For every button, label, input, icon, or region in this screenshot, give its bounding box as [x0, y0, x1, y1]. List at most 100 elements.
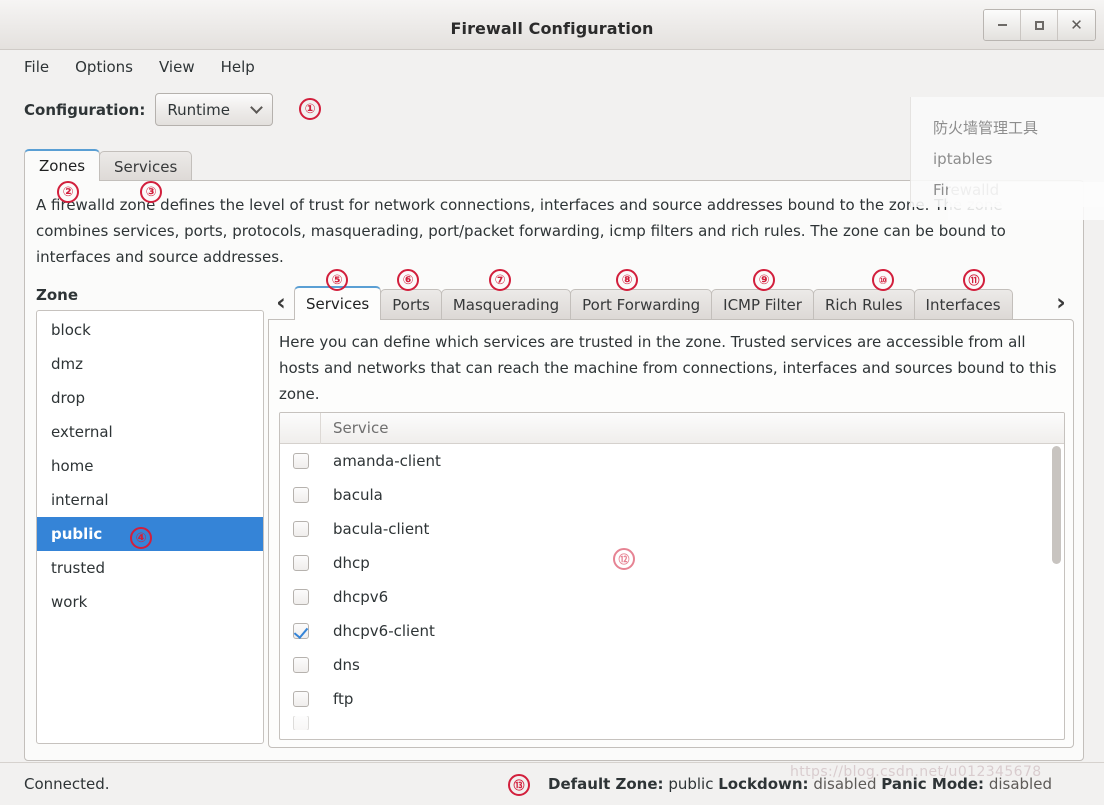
menu-item-view[interactable]: View: [159, 58, 195, 76]
checkbox-icon: [292, 716, 309, 730]
table-row[interactable]: dns: [280, 648, 1064, 682]
service-name: bacula: [333, 486, 383, 504]
maximize-icon: [1034, 20, 1044, 30]
checkbox-column-header: [280, 413, 321, 444]
tab-scroll-right-icon[interactable]: ›: [1048, 286, 1074, 320]
menu-item-options[interactable]: Options: [75, 58, 133, 76]
inner-tab-list: Services Ports Masquerading Port Forward…: [294, 286, 1048, 320]
service-checkbox[interactable]: [280, 521, 321, 537]
tab-services[interactable]: Services: [99, 151, 193, 181]
annotation-marker-4: ④: [130, 527, 152, 549]
zone-list-item[interactable]: work: [37, 585, 263, 619]
services-description: Here you can define which services are t…: [279, 333, 1057, 403]
service-name: dhcpv6-client: [333, 622, 435, 640]
close-button[interactable]: ✕: [1058, 10, 1095, 40]
service-name: ftp: [333, 690, 354, 708]
table-row[interactable]: dhcpv6: [280, 580, 1064, 614]
service-name: amanda-client: [333, 452, 441, 470]
tab-services[interactable]: Services: [294, 286, 382, 320]
configuration-row: Configuration: Runtime: [24, 93, 274, 126]
minimize-icon: [997, 24, 1007, 26]
service-checkbox[interactable]: [280, 453, 321, 469]
tab-rich-rules[interactable]: Rich Rules: [812, 289, 915, 320]
zone-list-item[interactable]: dmz: [37, 347, 263, 381]
tab-icmp-filter[interactable]: ICMP Filter: [711, 289, 814, 320]
annotation-marker-10: ⑩: [872, 269, 894, 291]
service-checkbox[interactable]: [280, 691, 321, 707]
zone-list[interactable]: block dmz drop external home internal pu…: [36, 310, 264, 744]
minimize-button[interactable]: [984, 10, 1021, 40]
tab-interfaces[interactable]: Interfaces: [913, 289, 1013, 320]
table-row-partial[interactable]: [280, 716, 1064, 730]
zone-list-item[interactable]: external: [37, 415, 263, 449]
panic-mode-label: Panic Mode:: [881, 775, 985, 793]
tab-masquerading[interactable]: Masquerading: [440, 289, 572, 320]
table-row[interactable]: dhcp: [280, 546, 1064, 580]
zone-list-header: Zone: [36, 286, 79, 304]
table-row[interactable]: dhcpv6-client: [280, 614, 1064, 648]
tab-scroll-left-icon[interactable]: ‹: [268, 286, 294, 320]
top-tab-bar: Zones Services: [24, 149, 193, 181]
status-summary: Default Zone: public Lockdown: disabled …: [548, 775, 1052, 793]
overlay-popup-secondary: [948, 182, 1104, 220]
table-row[interactable]: bacula: [280, 478, 1064, 512]
annotation-marker-11: ⑪: [963, 269, 985, 291]
table-row[interactable]: amanda-client: [280, 444, 1064, 478]
service-name: dns: [333, 656, 360, 674]
checkbox-icon: [292, 453, 309, 469]
table-row[interactable]: ftp: [280, 682, 1064, 716]
tab-port-forwarding[interactable]: Port Forwarding: [570, 289, 713, 320]
overlay-item-iptables[interactable]: iptables: [933, 150, 993, 168]
firewall-configuration-window: Firewall Configuration ✕ File Options Vi…: [0, 0, 1104, 805]
overlay-item-firewall-tool[interactable]: 防火墙管理工具: [933, 117, 1038, 138]
service-name: bacula-client: [333, 520, 430, 538]
annotation-marker-12: ⑫: [613, 548, 635, 570]
inner-tab-bar: ‹ Services Ports Masquerading Port Forwa…: [268, 286, 1074, 320]
title-bar: Firewall Configuration ✕: [0, 0, 1104, 50]
scrollbar-thumb[interactable]: [1052, 446, 1061, 564]
services-table[interactable]: Service amanda-client bacula bacula-clie…: [279, 412, 1065, 740]
menu-bar: File Options View Help: [0, 50, 1104, 84]
service-checkbox[interactable]: [280, 716, 321, 730]
annotation-marker-2: ②: [57, 181, 79, 203]
configuration-label: Configuration:: [24, 100, 146, 119]
annotation-marker-9: ⑨: [753, 269, 775, 291]
zone-list-item[interactable]: home: [37, 449, 263, 483]
menu-item-help[interactable]: Help: [221, 58, 255, 76]
zone-list-item[interactable]: block: [37, 313, 263, 347]
service-name: dhcpv6: [333, 588, 389, 606]
close-icon: ✕: [1070, 15, 1083, 34]
services-table-header: Service: [280, 413, 1064, 444]
maximize-button[interactable]: [1021, 10, 1058, 40]
service-checkbox[interactable]: [280, 657, 321, 673]
checkbox-checked-icon: [292, 623, 309, 639]
zone-list-item[interactable]: internal: [37, 483, 263, 517]
configuration-value: Runtime: [167, 100, 230, 119]
service-checkbox[interactable]: [280, 487, 321, 503]
tab-ports[interactable]: Ports: [380, 289, 442, 320]
checkbox-icon: [292, 691, 309, 707]
zone-detail-notebook: ‹ Services Ports Masquerading Port Forwa…: [268, 286, 1074, 748]
checkbox-icon: [292, 487, 309, 503]
annotation-marker-13: ⑬: [508, 774, 530, 796]
menu-item-file[interactable]: File: [24, 58, 49, 76]
tab-zones[interactable]: Zones: [24, 149, 101, 181]
table-row[interactable]: bacula-client: [280, 512, 1064, 546]
zone-column: Zone block dmz drop external home intern…: [36, 286, 264, 748]
service-checkbox[interactable]: [280, 589, 321, 605]
checkbox-icon: [292, 555, 309, 571]
configuration-select[interactable]: Runtime: [155, 93, 274, 126]
connection-status: Connected.: [24, 775, 110, 793]
zone-list-item[interactable]: drop: [37, 381, 263, 415]
chevron-down-icon: [250, 100, 264, 114]
annotation-marker-8: ⑧: [616, 269, 638, 291]
default-zone-value: public: [668, 775, 714, 793]
zones-page: A firewalld zone defines the level of tr…: [24, 180, 1084, 761]
status-bar: Connected. Default Zone: public Lockdown…: [0, 762, 1104, 805]
services-tab-page: Here you can define which services are t…: [268, 319, 1074, 748]
service-checkbox-checked[interactable]: [280, 623, 321, 639]
zone-list-item[interactable]: trusted: [37, 551, 263, 585]
services-scrollbar[interactable]: [1051, 446, 1062, 738]
window-controls: ✕: [983, 9, 1096, 41]
service-checkbox[interactable]: [280, 555, 321, 571]
